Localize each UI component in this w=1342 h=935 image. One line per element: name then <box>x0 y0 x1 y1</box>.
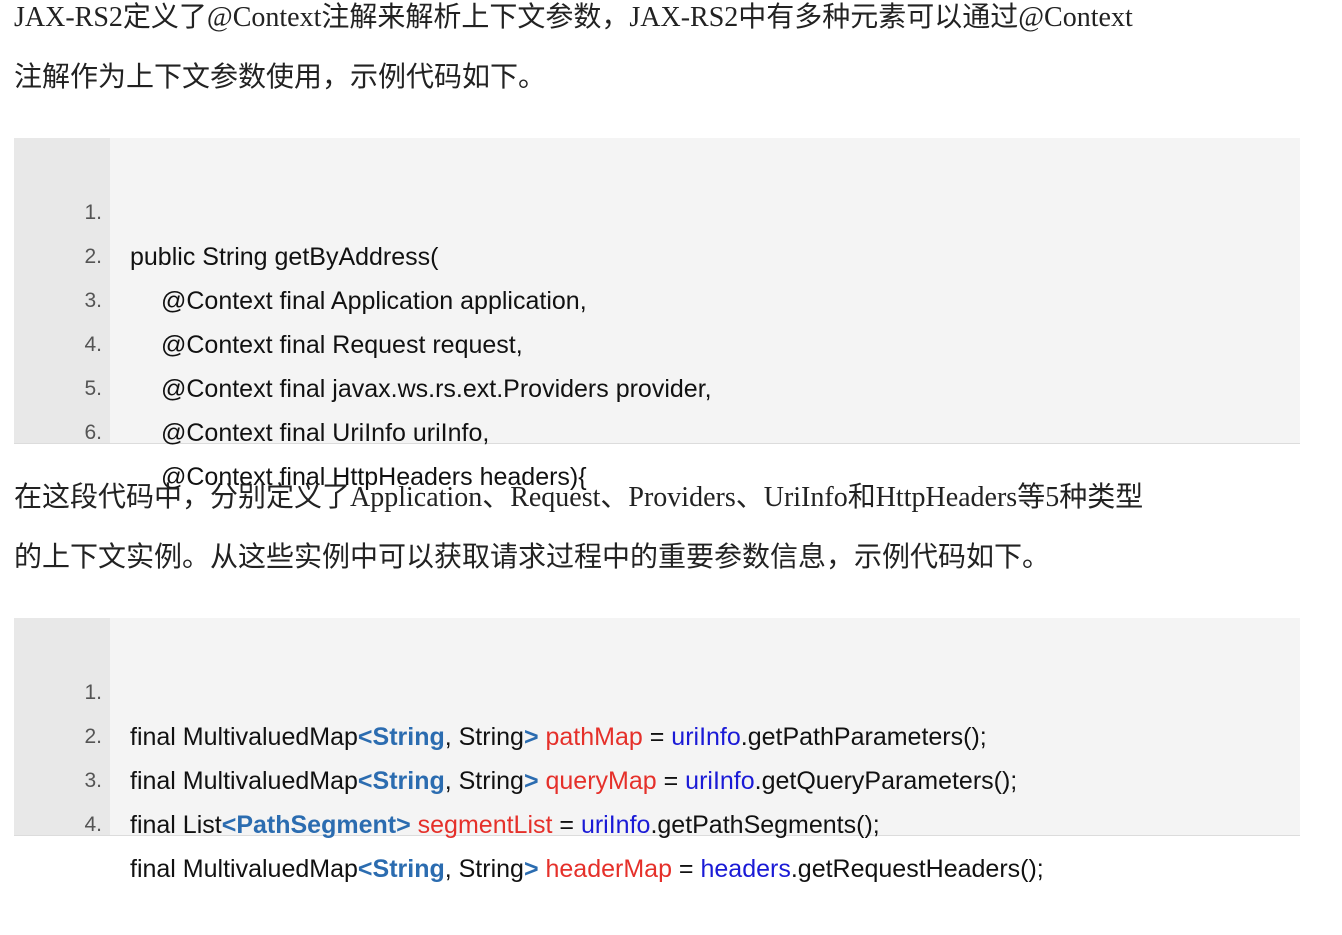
code-text: @Context final UriInfo uriInfo, <box>161 419 490 447</box>
code-token: < <box>357 855 373 883</box>
code-token: .getPathSegments(); <box>650 811 880 839</box>
paragraph-line: 的上下文实例。从这些实例中可以获取请求过程中的重要参数信息，示例代码如下。 <box>14 542 1051 573</box>
object-token: uriInfo <box>580 811 651 839</box>
code-token: final List <box>130 811 222 839</box>
paragraph-line: 注解作为上下文参数使用，示例代码如下。 <box>14 62 547 93</box>
code-token: .getRequestHeaders(); <box>790 855 1044 883</box>
code-line: 2. @Context final Application applicatio… <box>14 191 1300 315</box>
code-lines: 1. final MultivaluedMap<String, String> … <box>14 627 1300 883</box>
code-token: = <box>552 811 581 839</box>
intro-paragraph: JAX-RS2定义了@Context注解来解析上下文参数，JAX-RS2中有多种… <box>14 0 1314 108</box>
code-text: final MultivaluedMap<String, String> hea… <box>130 847 1044 891</box>
code-lines: 1. public String getByAddress( 2. @Conte… <box>14 147 1300 491</box>
code-token: , String <box>444 855 524 883</box>
code-block-uriinfo-usage: 1. final MultivaluedMap<String, String> … <box>14 618 1300 883</box>
object-token: headers <box>700 855 791 883</box>
type-token: PathSegment <box>236 811 397 839</box>
paragraph-line: JAX-RS2定义了@Context注解来解析上下文参数，JAX-RS2中有多种… <box>14 2 1133 33</box>
line-number: 4. <box>84 813 102 836</box>
code-line: 3. final List<PathSegment> segmentList =… <box>14 715 1300 839</box>
code-token: > <box>396 811 411 839</box>
code-line: 2. final MultivaluedMap<String, String> … <box>14 671 1300 795</box>
code-token: < <box>221 811 237 839</box>
code-line: 5. @Context final UriInfo uriInfo, <box>14 323 1300 447</box>
code-token: final MultivaluedMap <box>130 855 358 883</box>
code-line: 1. public String getByAddress( <box>14 147 1300 271</box>
code-line: 1. final MultivaluedMap<String, String> … <box>14 627 1300 751</box>
code-line: 3. @Context final Request request, <box>14 235 1300 359</box>
code-line: 4. final MultivaluedMap<String, String> … <box>14 759 1300 883</box>
line-number: 6. <box>84 421 102 444</box>
code-line: 6. @Context final HttpHeaders headers){ <box>14 367 1300 491</box>
type-token: String <box>372 855 445 883</box>
code-line: 4. @Context final javax.ws.rs.ext.Provid… <box>14 279 1300 403</box>
variable-token: headerMap <box>545 855 672 883</box>
code-token: = <box>671 855 701 883</box>
explanation-paragraph: 在这段代码中，分别定义了Application、Request、Provider… <box>14 468 1314 588</box>
code-token: > <box>523 855 539 883</box>
paragraph-line: 在这段代码中，分别定义了Application、Request、Provider… <box>14 482 1144 513</box>
variable-token: segmentList <box>417 811 553 839</box>
code-text: final List<PathSegment> segmentList = ur… <box>130 803 880 847</box>
code-block-context-params: 1. public String getByAddress( 2. @Conte… <box>14 138 1300 491</box>
